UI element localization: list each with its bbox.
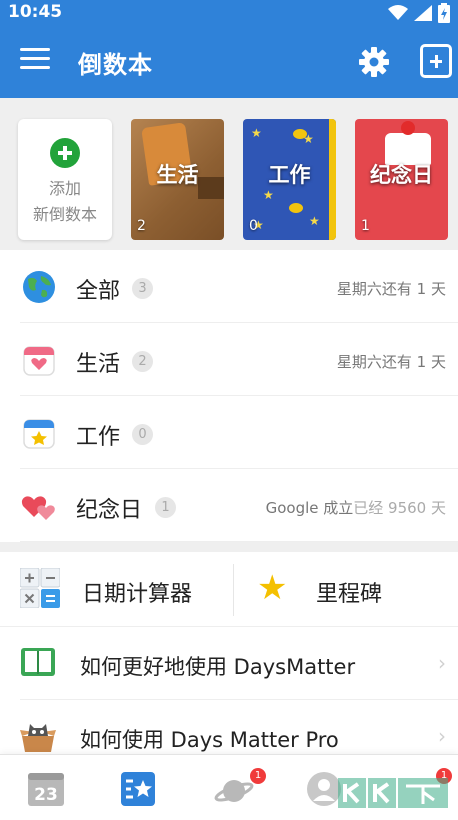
star-icon: ★ — [257, 568, 288, 608]
next-event-text: Google 成立已经 9560 天 — [266, 497, 446, 518]
chevron-right-icon: › — [438, 651, 446, 675]
date-calculator-button[interactable]: 日期计算器 — [0, 552, 232, 627]
list-item-life[interactable]: 生活 2 星期六还有 1 天 — [20, 323, 458, 396]
book-title: 生活 — [156, 163, 199, 187]
menu-icon — [20, 48, 50, 51]
watermark-logo — [338, 778, 448, 808]
book-icon — [21, 648, 55, 676]
cat-box-icon — [20, 724, 56, 752]
book-count: 2 — [137, 218, 146, 234]
signal-icon — [414, 5, 432, 21]
book-title: 工作 — [268, 163, 311, 187]
calendar-star-icon — [23, 419, 55, 449]
book-anniversary[interactable]: 纪念日 1 — [355, 119, 448, 240]
calendar-icon: 23 — [28, 773, 64, 806]
star-decoration: ★ — [263, 188, 274, 202]
nav-countdown[interactable] — [119, 771, 159, 807]
add-book-card[interactable]: 添加 新倒数本 — [18, 119, 112, 240]
planet-decoration — [293, 129, 307, 139]
help-item-daysmatter[interactable]: 如何更好地使用 DaysMatter › — [20, 627, 458, 700]
add-countdown-button[interactable] — [420, 44, 452, 78]
tools-row: 日期计算器 ★ 里程碑 — [0, 552, 458, 627]
event-name: Google 成立 — [265, 499, 354, 517]
star-decoration: ★ — [251, 126, 262, 140]
page-title: 倒数本 — [78, 51, 153, 79]
book-shelf: 添加 新倒数本 生活 2 ★ ★ ★ ★ ★ 工作 0 纪念日 1 — [0, 98, 458, 250]
book-count: 1 — [361, 218, 370, 234]
help-list: 如何更好地使用 DaysMatter › 如何使用 Days Matter Pr… — [0, 627, 458, 773]
globe-icon — [23, 271, 55, 303]
milestone-button[interactable]: ★ 里程碑 — [234, 552, 458, 627]
status-bar: 10:45 — [0, 0, 458, 26]
event-days: 已经 9560 天 — [353, 499, 446, 517]
help-item-label: 如何使用 Days Matter Pro — [80, 728, 339, 752]
nav-discover[interactable]: 1 — [214, 768, 266, 807]
list-item-label: 生活 — [76, 352, 121, 377]
list-item-label: 全部 — [76, 279, 121, 304]
list-item-work[interactable]: 工作 0 — [20, 396, 458, 469]
category-list: 全部 3 星期六还有 1 天 生活 2 星期六还有 1 天 工作 0 纪念日 1… — [0, 250, 458, 542]
calendar-heart-icon — [23, 346, 55, 376]
chevron-right-icon: › — [438, 724, 446, 748]
add-book-label-line2: 新倒数本 — [32, 205, 97, 224]
count-badge: 0 — [132, 424, 153, 445]
hearts-icon — [21, 496, 55, 520]
notification-badge: 1 — [250, 768, 266, 784]
planet-decoration — [289, 203, 303, 213]
count-badge: 2 — [132, 351, 153, 372]
status-time: 10:45 — [8, 2, 63, 22]
next-event-text: 星期六还有 1 天 — [336, 280, 446, 298]
calculator-icon — [20, 568, 60, 608]
wifi-icon — [388, 5, 408, 20]
star-decoration: ★ — [309, 214, 320, 228]
list-item-label: 纪念日 — [76, 498, 143, 523]
list-item-all[interactable]: 全部 3 星期六还有 1 天 — [20, 250, 458, 323]
help-item-label: 如何更好地使用 DaysMatter — [80, 655, 356, 679]
calendar-day: 23 — [34, 785, 58, 805]
next-event-text: 星期六还有 1 天 — [336, 353, 446, 371]
countdown-list-icon — [121, 772, 155, 806]
section-divider — [0, 542, 458, 552]
date-calculator-label: 日期计算器 — [82, 582, 193, 607]
plus-circle-icon — [50, 138, 80, 168]
count-badge: 3 — [132, 278, 153, 299]
book-life[interactable]: 生活 2 — [131, 119, 224, 240]
book-work[interactable]: ★ ★ ★ ★ ★ 工作 0 — [243, 119, 336, 240]
nav-calendar[interactable]: 23 — [27, 771, 67, 807]
book-count: 0 — [249, 218, 258, 234]
book-title: 纪念日 — [370, 163, 433, 187]
status-icons — [388, 3, 450, 23]
settings-button[interactable] — [358, 46, 390, 78]
gear-icon — [359, 47, 389, 77]
app-bar: 倒数本 — [0, 26, 458, 98]
list-item-label: 工作 — [76, 425, 121, 450]
menu-button[interactable] — [20, 48, 50, 76]
battery-icon — [438, 3, 450, 23]
add-book-label-line1: 添加 — [48, 179, 81, 198]
count-badge: 1 — [155, 497, 176, 518]
planet-icon — [214, 780, 254, 802]
milestone-label: 里程碑 — [316, 582, 383, 607]
list-item-anniversary[interactable]: 纪念日 1 Google 成立已经 9560 天 — [20, 469, 458, 542]
